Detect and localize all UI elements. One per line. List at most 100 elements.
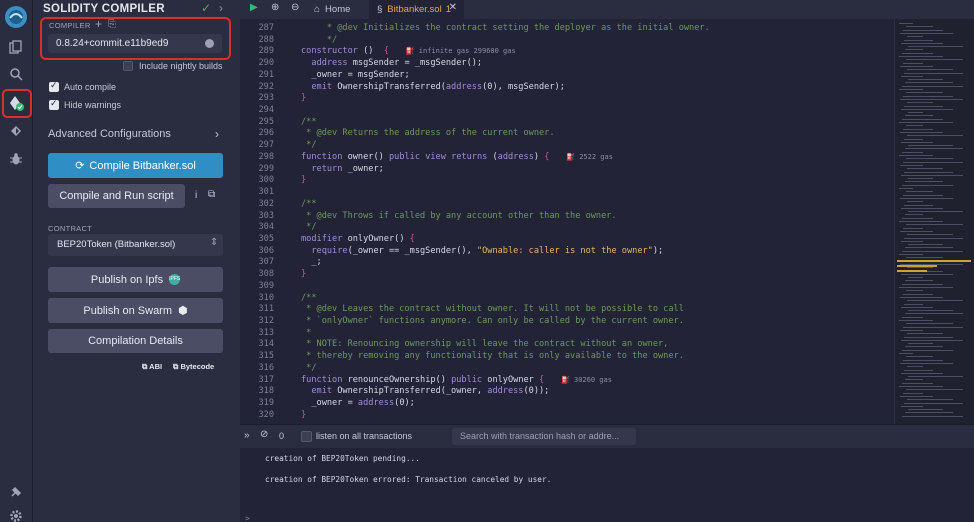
code-line[interactable]: 317 function renounceOwnership() public o…	[240, 375, 894, 387]
editor-minimap[interactable]	[894, 19, 974, 424]
code-line[interactable]: 296 * @dev Returns the address of the cu…	[240, 128, 894, 140]
code-text: * NOTE: Renouncing ownership will leave …	[301, 339, 669, 350]
code-line[interactable]: 316 */	[240, 363, 894, 375]
debugger-icon[interactable]	[5, 148, 27, 170]
code-line[interactable]: 289 constructor () { ⛽ infinite gas 29960…	[240, 46, 894, 58]
minimap-line	[899, 89, 923, 90]
line-number: 302	[258, 198, 274, 209]
terminal-prompt[interactable]: >	[245, 514, 250, 522]
code-line[interactable]: 292 emit OwnershipTransferred(address(0)…	[240, 82, 894, 94]
copy-abi-link[interactable]: ⧉ ABI	[142, 362, 162, 372]
code-line[interactable]: 306 require(_owner == _msgSender(), "Own…	[240, 246, 894, 258]
code-line[interactable]: 303 * @dev Throws if called by any accou…	[240, 211, 894, 223]
line-number: 289	[258, 46, 274, 57]
minimap-line	[904, 336, 953, 338]
code-line[interactable]: 299 return _owner;	[240, 164, 894, 176]
compile-button[interactable]: ⟳ Compile Bitbanker.sol	[48, 153, 223, 178]
contract-select[interactable]: BEP20Token (Bitbanker.sol) ⇕	[48, 234, 223, 256]
minimap-line	[899, 221, 943, 222]
copy-bytecode-link[interactable]: ⧉ Bytecode	[173, 362, 214, 372]
code-line[interactable]: 311 * @dev Leaves the contract without o…	[240, 304, 894, 316]
copy-icon[interactable]: ⧉	[208, 189, 215, 200]
code-line[interactable]: 300}	[240, 175, 894, 187]
minimap-line	[906, 26, 933, 28]
tab-bitbanker-sol[interactable]: § Bitbanker.sol 1 ✕	[369, 0, 464, 19]
file-explorer-icon[interactable]	[5, 36, 27, 58]
code-line[interactable]: 288 */	[240, 35, 894, 47]
minimap-line	[900, 32, 953, 34]
code-line[interactable]: 291 _owner = msgSender;	[240, 70, 894, 82]
minimap-line	[908, 211, 963, 213]
plugin-manager-icon[interactable]	[5, 481, 27, 503]
auto-compile-checkbox[interactable]	[49, 80, 59, 92]
line-number: 298	[258, 151, 274, 162]
line-number: 297	[258, 140, 274, 151]
code-editor[interactable]: 287 * @dev Initializes the contract sett…	[240, 19, 894, 424]
code-line[interactable]: 298 function owner() public view returns …	[240, 152, 894, 164]
run-icon[interactable]: ▶	[250, 2, 258, 13]
collapse-chevron-icon[interactable]: »	[244, 430, 250, 441]
minimap-line	[899, 155, 933, 156]
clear-console-icon[interactable]: ⊘	[260, 429, 268, 440]
include-nightly-checkbox[interactable]	[123, 61, 133, 71]
search-icon[interactable]	[5, 63, 27, 85]
chevron-right-icon[interactable]: ›	[219, 1, 223, 15]
remix-logo-icon[interactable]	[3, 4, 29, 30]
code-line[interactable]: 290 address msgSender = _msgSender();	[240, 58, 894, 70]
settings-gear-icon[interactable]	[5, 505, 27, 522]
code-line[interactable]: 305 modifier onlyOwner() {	[240, 234, 894, 246]
code-line[interactable]: 301	[240, 187, 894, 199]
minimap-line	[907, 366, 923, 368]
compile-button-label: Compile Bitbanker.sol	[89, 159, 196, 172]
line-number: 315	[258, 351, 274, 362]
code-line[interactable]: 320}	[240, 410, 894, 422]
line-number: 287	[258, 23, 274, 33]
hide-warnings-checkbox[interactable]	[49, 98, 59, 110]
minimap-line	[901, 240, 923, 242]
advanced-configurations-toggle[interactable]: Advanced Configurations	[48, 128, 171, 140]
minimap-line	[904, 39, 933, 41]
compile-and-run-button[interactable]: Compile and Run script	[48, 184, 185, 208]
code-line[interactable]: 313 *	[240, 328, 894, 340]
code-text: _;	[301, 257, 322, 268]
line-number: 304	[258, 222, 274, 233]
tx-search-input[interactable]: Search with transaction hash or addre...	[452, 428, 636, 445]
code-line[interactable]: 295 /**	[240, 117, 894, 129]
code-line[interactable]: 315 * thereby removing any functionality…	[240, 351, 894, 363]
zoom-in-icon[interactable]: ⊕	[271, 2, 279, 13]
code-text: emit OwnershipTransferred(address(0), ms…	[301, 81, 565, 92]
compilation-details-button[interactable]: Compilation Details	[48, 329, 223, 353]
code-line[interactable]: 307 _;	[240, 257, 894, 269]
minimap-line	[903, 227, 923, 229]
code-line[interactable]: 293}	[240, 93, 894, 105]
code-line[interactable]: 310 /**	[240, 293, 894, 305]
minimap-line	[901, 339, 963, 341]
zoom-out-icon[interactable]: ⊖	[291, 2, 299, 13]
tab-home[interactable]: ⌂ Home	[306, 0, 367, 19]
minimap-line	[906, 224, 963, 226]
chevron-right-icon[interactable]: ›	[215, 127, 219, 141]
info-icon[interactable]: i	[195, 190, 197, 201]
abi-label: ABI	[149, 362, 163, 371]
deploy-run-icon[interactable]	[5, 120, 27, 142]
close-icon[interactable]: ✕	[449, 2, 457, 13]
publish-ipfs-button[interactable]: Publish on Ipfs IPFS	[48, 267, 223, 292]
panel-title: SOLIDITY COMPILER	[43, 3, 165, 15]
minimap-line	[907, 102, 933, 104]
code-line[interactable]: 318 emit OwnershipTransferred(_owner, ad…	[240, 386, 894, 398]
listen-all-checkbox[interactable]	[301, 431, 312, 442]
code-line[interactable]: 304 */	[240, 222, 894, 234]
code-line[interactable]: 309	[240, 281, 894, 293]
code-text: * `onlyOwner` functions anymore. Can onl…	[301, 316, 684, 326]
minimap-line	[903, 194, 943, 196]
code-line[interactable]: 287 * @dev Initializes the contract sett…	[240, 23, 894, 35]
publish-swarm-button[interactable]: Publish on Swarm ⬢	[48, 298, 223, 323]
code-line[interactable]: 294	[240, 105, 894, 117]
code-line[interactable]: 308}	[240, 269, 894, 281]
minimap-line	[907, 168, 943, 170]
code-line[interactable]: 302 /**	[240, 199, 894, 211]
code-line[interactable]: 312 * `onlyOwner` functions anymore. Can…	[240, 316, 894, 328]
code-line[interactable]: 297 */	[240, 140, 894, 152]
code-line[interactable]: 314 * NOTE: Renouncing ownership will le…	[240, 339, 894, 351]
code-line[interactable]: 319 _owner = address(0);	[240, 398, 894, 410]
